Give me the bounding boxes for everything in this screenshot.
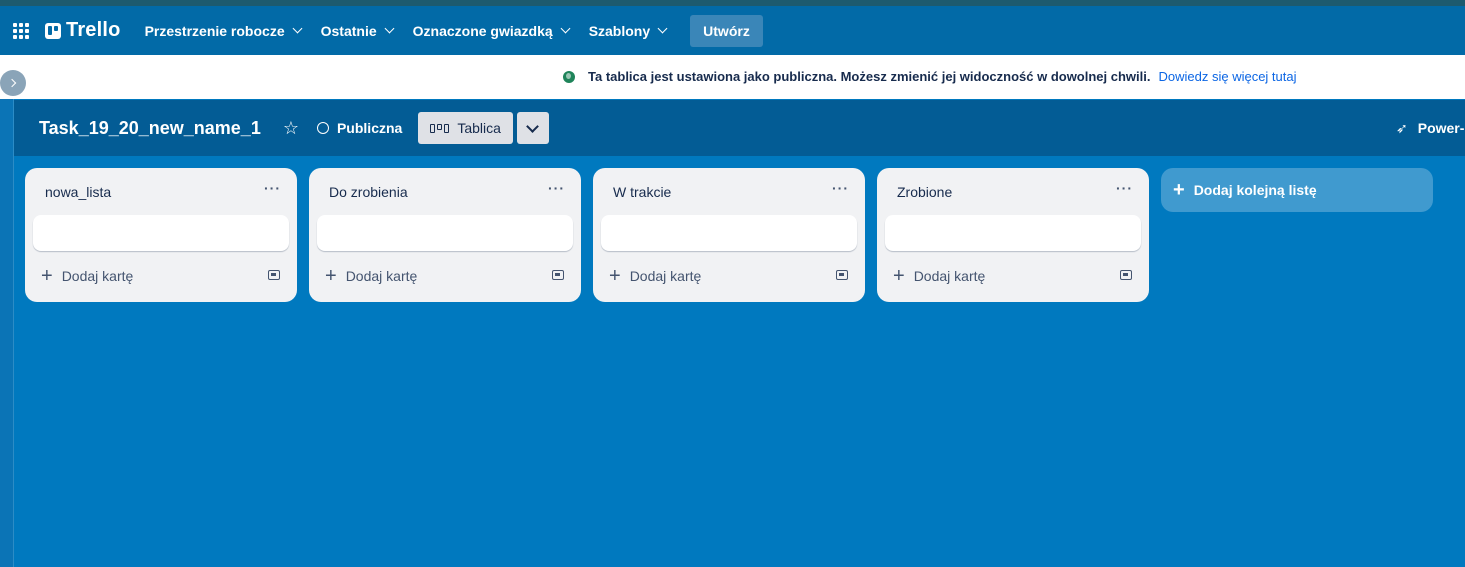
more-horizontal-icon[interactable]: ··· — [548, 180, 565, 196]
plus-icon: + — [325, 265, 337, 287]
globe-icon — [563, 70, 575, 83]
trello-logo-text: Trello — [66, 19, 121, 41]
list: Zrobione ··· + Dodaj kartę — [877, 168, 1149, 302]
globe-icon — [316, 122, 329, 134]
board-view-button[interactable]: Tablica — [418, 112, 513, 144]
list: nowa_lista ··· + Dodaj kartę — [25, 168, 297, 302]
add-card-label: Dodaj kartę — [913, 268, 986, 284]
nav-item-templates[interactable]: Szablony — [579, 15, 676, 47]
powerups-button[interactable]: ➶ Power- — [1396, 120, 1464, 137]
add-card-label: Dodaj kartę — [629, 268, 702, 284]
learn-more-link[interactable]: Dowiedz się więcej tutaj — [1159, 69, 1297, 84]
add-list-button[interactable]: + Dodaj kolejną listę — [1161, 168, 1433, 212]
add-card-label: Dodaj kartę — [345, 268, 418, 284]
public-board-banner: Ta tablica jest ustawiona jako publiczna… — [0, 55, 1465, 99]
chevron-down-icon — [292, 23, 303, 34]
nav-item-starred[interactable]: Oznaczone gwiazdką — [403, 15, 579, 47]
nav-item-label: Oznaczone gwiazdką — [412, 22, 553, 39]
nav-item-label: Przestrzenie robocze — [144, 22, 285, 39]
chevron-down-icon — [526, 119, 540, 133]
powerups-label: Power- — [1417, 120, 1465, 136]
more-horizontal-icon[interactable]: ··· — [1116, 180, 1133, 196]
top-navigation: Trello Przestrzenie robocze Ostatnie Ozn… — [0, 6, 1465, 55]
add-card-button[interactable]: + Dodaj kartę — [893, 265, 986, 287]
list-title[interactable]: W trakcie — [613, 184, 671, 200]
plus-icon: + — [41, 265, 53, 287]
card-composer[interactable] — [317, 215, 573, 251]
expand-sidebar-button[interactable] — [0, 70, 26, 96]
list: Do zrobienia ··· + Dodaj kartę — [309, 168, 581, 302]
view-switcher-dropdown[interactable] — [516, 112, 549, 144]
add-card-button[interactable]: + Dodaj kartę — [325, 265, 418, 287]
plus-icon: + — [609, 265, 621, 287]
board-view-label: Tablica — [457, 120, 501, 136]
visibility-label: Publiczna — [336, 120, 403, 136]
more-horizontal-icon[interactable]: ··· — [832, 180, 849, 196]
list-title[interactable]: Zrobione — [897, 184, 952, 200]
card-composer[interactable] — [33, 215, 289, 251]
trello-logo[interactable]: Trello — [45, 19, 121, 42]
card-template-icon[interactable] — [836, 270, 848, 280]
board-title[interactable]: Task_19_20_new_name_1 — [39, 114, 261, 143]
card-template-icon[interactable] — [552, 270, 564, 280]
board-header: Task_19_20_new_name_1 ☆ Publiczna Tablic… — [14, 100, 1465, 156]
nav-item-recent[interactable]: Ostatnie — [311, 15, 403, 47]
card-composer[interactable] — [885, 215, 1141, 251]
nav-item-label: Ostatnie — [320, 22, 377, 39]
board-canvas: nowa_lista ··· + Dodaj kartę Do zrobieni… — [14, 156, 1465, 567]
add-card-button[interactable]: + Dodaj kartę — [41, 265, 134, 287]
nav-item-workspaces[interactable]: Przestrzenie robocze — [135, 15, 311, 47]
banner-text: Ta tablica jest ustawiona jako publiczna… — [588, 69, 1151, 84]
list-title[interactable]: Do zrobienia — [329, 184, 408, 200]
add-card-label: Dodaj kartę — [61, 268, 134, 284]
apps-grid-icon[interactable] — [13, 22, 29, 39]
card-template-icon[interactable] — [1120, 270, 1132, 280]
collapsed-sidebar — [0, 99, 14, 567]
list: W trakcie ··· + Dodaj kartę — [593, 168, 865, 302]
board-view-icon — [430, 123, 450, 133]
plus-icon: + — [1173, 179, 1185, 201]
chevron-down-icon — [384, 23, 395, 34]
create-button[interactable]: Utwórz — [690, 14, 763, 47]
visibility-button[interactable]: Publiczna — [316, 120, 403, 136]
nav-item-label: Szablony — [588, 22, 651, 39]
nav-menu: Przestrzenie robocze Ostatnie Oznaczone … — [135, 14, 763, 47]
chevron-down-icon — [657, 23, 668, 34]
chevron-down-icon — [560, 23, 571, 34]
rocket-icon: ➶ — [1396, 119, 1408, 136]
add-list-label: Dodaj kolejną listę — [1193, 182, 1317, 198]
add-card-button[interactable]: + Dodaj kartę — [609, 265, 702, 287]
card-composer[interactable] — [601, 215, 857, 251]
plus-icon: + — [893, 265, 905, 287]
star-icon[interactable]: ☆ — [283, 118, 299, 139]
trello-logo-icon — [45, 22, 61, 39]
chevron-right-icon — [7, 78, 17, 88]
more-horizontal-icon[interactable]: ··· — [264, 180, 281, 196]
list-title[interactable]: nowa_lista — [45, 184, 111, 200]
card-template-icon[interactable] — [268, 270, 280, 280]
